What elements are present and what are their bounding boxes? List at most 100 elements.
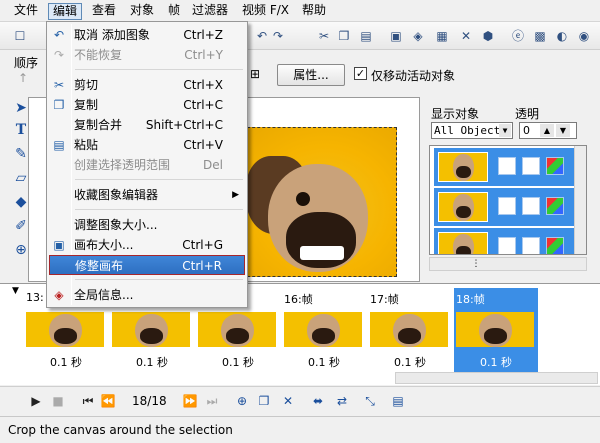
menu-video-fx[interactable]: 视频 F/X [238,3,293,20]
object-lock-box[interactable] [522,237,540,254]
menu-item-label: 取消 添加图象 [74,28,150,42]
collapse-icon[interactable]: ▼ [12,286,19,296]
menu-frame[interactable]: 帧 [164,3,184,20]
menu-item-shortcut: Ctrl+R [182,259,222,273]
first-frame-icon[interactable]: ⏮ [80,393,96,409]
menu-item-resize-image[interactable]: 调整图象大小... [49,215,245,235]
move-up-icon[interactable]: ↑ [18,71,28,85]
preview-icon[interactable]: ◐ [554,28,570,44]
object-row[interactable] [434,148,576,186]
prev-frame-icon[interactable]: ⏪ [100,393,116,409]
object-row[interactable] [434,228,576,254]
transform-icon[interactable]: ✕ [458,28,474,44]
menu-filters[interactable]: 过滤器 [188,3,232,20]
align-icon[interactable]: ⊞ [250,67,260,81]
menu-item-undo[interactable]: ↶ 取消 添加图象 Ctrl+Z [49,25,245,45]
move-active-only-checkbox[interactable]: ✓ [354,67,367,80]
frame-label: 18:帧 [456,293,485,306]
menu-item-shortcut: Ctrl+X [183,78,223,92]
menu-separator [75,279,243,280]
timeline-hscroll[interactable] [395,372,598,384]
object-list-vscroll[interactable] [574,146,586,254]
frame-duration[interactable]: 0.1 秒 [454,354,538,370]
frame-thumbnail [26,312,104,347]
menu-object[interactable]: 对象 [126,3,158,20]
object-list-hscroll[interactable]: ⋮ [429,257,587,271]
canvas-size-icon[interactable]: ▣ [388,28,404,44]
menu-edit[interactable]: 编辑 [48,3,83,20]
frame-18[interactable]: 18:帧 0.1 秒 [454,288,538,374]
object-select-value: All Objects [434,124,507,137]
copy-icon[interactable]: ❐ [336,28,352,44]
spin-down-icon[interactable]: ▼ [556,124,570,137]
frame-17[interactable]: 17:帧 0.1 秒 [368,288,452,374]
new-icon[interactable]: ☐ [12,28,28,44]
play-icon[interactable]: ▶ [28,393,44,409]
cut-icon[interactable]: ✂ [316,28,332,44]
delete-frame-icon[interactable]: ✕ [280,393,296,409]
object-list[interactable] [429,145,587,255]
last-frame-icon[interactable]: ⏭ [204,393,220,409]
paste-icon[interactable]: ▤ [358,28,374,44]
global-info-icon[interactable]: ◈ [410,28,426,44]
transparency-spinner[interactable]: 0 ▲ ▼ [519,122,577,139]
object-lock-box[interactable] [522,197,540,215]
redo-arrow-icon[interactable]: ↷ [270,28,286,44]
menu-item-redo[interactable]: ↷ 不能恢复 Ctrl+Y [49,45,245,65]
menu-item-favorite-editors[interactable]: 收藏图象编辑器 ▶ [49,185,245,205]
grid-icon[interactable]: ▩ [532,28,548,44]
canvas-image[interactable] [237,127,397,277]
stop-icon[interactable]: ■ [50,393,66,409]
help-icon[interactable]: ◉ [576,28,592,44]
display-object-label: 显示对象 [431,107,480,121]
menu-item-paste[interactable]: ▤ 粘贴 Ctrl+V [49,135,245,155]
pug-eye [296,192,310,206]
object-row[interactable] [434,188,576,226]
object-color-box[interactable] [546,157,564,175]
object-lock-box[interactable] [522,157,540,175]
pug-thumbnail-muzzle [226,327,250,344]
frame-duration[interactable]: 0.1 秒 [24,354,108,370]
object-color-box[interactable] [546,237,564,254]
object-select[interactable]: All Objects ▼ [431,122,513,139]
menu-item-shortcut: Ctrl+V [183,138,223,152]
menu-item-copy[interactable]: ❐ 复制 Ctrl+C [49,95,245,115]
object-color-box[interactable] [546,197,564,215]
pug-thumbnail-muzzle [484,327,508,344]
add-frame-icon[interactable]: ⊕ [234,393,250,409]
menu-item-transparent-selection[interactable]: 创建选择透明范围 Del [49,155,245,175]
next-frame-icon[interactable]: ⏩ [182,393,198,409]
object-visibility-box[interactable] [498,157,516,175]
frame-duration[interactable]: 0.1 秒 [282,354,366,370]
duplicate-frame-icon[interactable]: ❐ [256,393,272,409]
menu-help[interactable]: 帮助 [298,3,330,20]
spin-up-icon[interactable]: ▲ [540,124,554,137]
frame-16[interactable]: 16:帧 0.1 秒 [282,288,366,374]
object-visibility-box[interactable] [498,237,516,254]
crop-frames-icon[interactable]: ⤡ [362,393,378,409]
canvas-size-icon: ▣ [53,238,65,252]
menu-view[interactable]: 查看 [88,3,120,20]
frame-duration[interactable]: 0.1 秒 [196,354,280,370]
menu-item-canvas-size[interactable]: ▣ 画布大小... Ctrl+G [49,235,245,255]
frame-properties-icon[interactable]: ▤ [390,393,406,409]
menu-item-cut[interactable]: ✂ 剪切 Ctrl+X [49,75,245,95]
object-visibility-box[interactable] [498,197,516,215]
menu-item-label: 复制 [74,98,99,112]
reverse-icon[interactable]: ⇄ [334,393,350,409]
menu-file[interactable]: 文件 [10,3,42,20]
menu-item-crop-canvas[interactable]: 修整画布 Ctrl+R [49,255,245,275]
chevron-down-icon[interactable]: ▼ [499,124,511,137]
optimize-icon[interactable]: ⬢ [480,28,496,44]
browser-icon[interactable]: ⓔ [510,28,526,44]
frame-duration[interactable]: 0.1 秒 [368,354,452,370]
frame-duration[interactable]: 0.1 秒 [110,354,194,370]
properties-button[interactable]: 属性... [277,64,345,86]
tween-icon[interactable]: ⬌ [310,393,326,409]
menu-item-global-info[interactable]: ◈ 全局信息... [49,285,245,305]
crop-icon[interactable]: ▦ [434,28,450,44]
undo-arrow-icon[interactable]: ↶ [254,28,270,44]
menu-item-copy-merged[interactable]: 复制合并 Shift+Ctrl+C [49,115,245,135]
scroll-thumb-icon[interactable]: ⋮ [470,259,482,269]
pug-teeth [300,246,344,260]
